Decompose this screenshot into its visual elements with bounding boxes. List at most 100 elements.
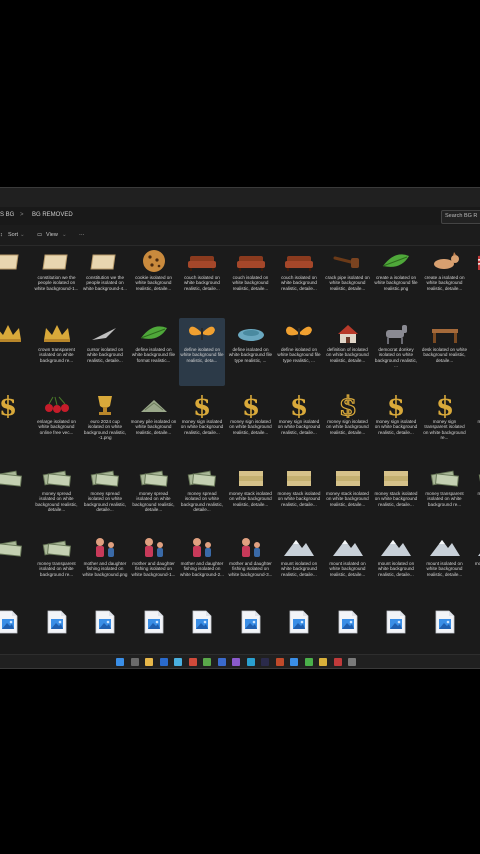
people-icon bbox=[135, 534, 173, 560]
file-item[interactable]: $ money sign isolated on white background… bbox=[179, 390, 225, 458]
file-item[interactable]: money isolated bbox=[470, 462, 480, 530]
breadcrumb-segment-1[interactable]: S BG bbox=[0, 212, 14, 218]
view-button[interactable]: View bbox=[46, 232, 58, 238]
file-item[interactable] bbox=[0, 462, 31, 530]
more-options-button[interactable]: ··· bbox=[79, 232, 85, 238]
file-item[interactable]: $ money sign isolated on white background… bbox=[228, 390, 274, 458]
file-item[interactable]: money stack isolated on white background… bbox=[373, 462, 419, 530]
file-explorer-icon[interactable] bbox=[145, 658, 153, 666]
file-item[interactable]: constitution we the people isolated on w… bbox=[34, 246, 80, 314]
file-item[interactable]: $ money sign isolated on white background… bbox=[325, 390, 371, 458]
edge-icon[interactable] bbox=[174, 658, 182, 666]
search-icon[interactable] bbox=[130, 658, 139, 666]
file-item[interactable]: desk isolated on white background realis… bbox=[422, 318, 468, 386]
file-item[interactable]: mother and daughter fishing isolated on … bbox=[179, 532, 225, 600]
sort-icon[interactable]: ↕ bbox=[0, 232, 3, 238]
file-item[interactable]: $ money sign isolated on white background… bbox=[276, 390, 322, 458]
file-item[interactable]: define isolated on white background file… bbox=[131, 318, 177, 386]
excel-icon[interactable] bbox=[203, 658, 211, 666]
image-file-icon[interactable] bbox=[435, 610, 455, 634]
sort-button[interactable]: Sort bbox=[8, 232, 18, 238]
vscode-icon[interactable] bbox=[246, 658, 255, 666]
file-item[interactable]: crown transparent isolated on white back… bbox=[34, 318, 80, 386]
file-item[interactable]: define isolated on white background file… bbox=[276, 318, 322, 386]
file-item[interactable]: mount isolated on white background reali… bbox=[373, 532, 419, 600]
teams-icon[interactable] bbox=[232, 658, 240, 666]
photoshop-icon[interactable] bbox=[261, 658, 269, 666]
file-item[interactable]: money stack isolated on white background… bbox=[228, 462, 274, 530]
address-bar[interactable]: S BG > BG REMOVED Search BG R bbox=[0, 207, 480, 225]
file-item[interactable] bbox=[0, 532, 31, 600]
chevron-down-icon[interactable]: ⌄ bbox=[62, 232, 67, 238]
chrome-icon[interactable] bbox=[304, 658, 313, 666]
start-icon[interactable] bbox=[116, 658, 124, 666]
file-name: define isolated on white background file… bbox=[277, 347, 321, 363]
cash-icon bbox=[0, 464, 27, 490]
file-item[interactable]: $ money sign isolated on white background… bbox=[373, 390, 419, 458]
file-item[interactable]: definition of isolated on white backgrou… bbox=[325, 318, 371, 386]
file-item[interactable]: money transparent isolated on white back… bbox=[422, 462, 468, 530]
file-item[interactable]: money transparent isolated on white back… bbox=[34, 532, 80, 600]
file-item[interactable]: money stack isolated on white background… bbox=[325, 462, 371, 530]
media-icon[interactable] bbox=[333, 658, 342, 666]
file-item[interactable] bbox=[0, 318, 31, 386]
file-item[interactable]: money spread isolated on white backgroun… bbox=[34, 462, 80, 530]
file-item[interactable]: $ bbox=[0, 390, 31, 458]
file-item[interactable]: enlarge isolated on white background onl… bbox=[34, 390, 80, 458]
file-item[interactable]: money spread isolated on white backgroun… bbox=[179, 462, 225, 530]
file-item[interactable]: define isolated on white background file… bbox=[228, 318, 274, 386]
view-icon[interactable]: ▭ bbox=[37, 232, 42, 238]
word-icon[interactable] bbox=[217, 658, 226, 666]
store-icon[interactable] bbox=[290, 658, 298, 666]
settings-icon[interactable] bbox=[348, 658, 356, 666]
mail-icon[interactable] bbox=[159, 658, 168, 666]
file-item[interactable]: $ money sign transparent isolated on whit… bbox=[422, 390, 468, 458]
file-item[interactable]: mount isolated on white background reali… bbox=[276, 532, 322, 600]
file-item[interactable]: crack pipe isolated on white background … bbox=[325, 246, 371, 314]
app-icon[interactable] bbox=[275, 658, 284, 666]
file-item[interactable]: mother and daughter fishing isolated on … bbox=[131, 532, 177, 600]
file-item[interactable]: define isolated on white background file… bbox=[179, 318, 225, 386]
file-item[interactable]: couch isolated on white background reali… bbox=[179, 246, 225, 314]
image-file-icon[interactable] bbox=[0, 610, 18, 634]
file-item[interactable]: couch isolated on white background reali… bbox=[276, 246, 322, 314]
file-item[interactable]: create a isolated on white background fi… bbox=[373, 246, 419, 314]
breadcrumb-segment-2[interactable]: BG REMOVED bbox=[32, 212, 73, 218]
office-icon[interactable] bbox=[188, 658, 197, 666]
file-item[interactable]: create a bbox=[470, 246, 480, 314]
file-item[interactable]: $money isolated bbox=[470, 390, 480, 458]
file-item[interactable]: money stack isolated on white background… bbox=[276, 462, 322, 530]
file-item[interactable]: mount isolated on bbox=[470, 532, 480, 600]
file-name: money stack isolated on white background… bbox=[374, 491, 418, 507]
file-item[interactable]: mother and daughter fishing isolated on … bbox=[82, 532, 128, 600]
image-file-icon[interactable] bbox=[192, 610, 212, 634]
file-item[interactable]: devil isolated bbox=[470, 318, 480, 386]
file-item[interactable]: euro 2024 cup isolated on white backgrou… bbox=[82, 390, 128, 458]
image-file-icon[interactable] bbox=[144, 610, 164, 634]
chevron-down-icon[interactable]: ⌄ bbox=[20, 232, 25, 238]
file-item[interactable]: couch isolated on white background reali… bbox=[228, 246, 274, 314]
file-item[interactable]: constitution we the people isolated on w… bbox=[82, 246, 128, 314]
image-file-icon[interactable] bbox=[241, 610, 261, 634]
file-item[interactable]: money spread isolated on white backgroun… bbox=[131, 462, 177, 530]
image-file-icon[interactable] bbox=[289, 610, 309, 634]
file-item[interactable]: mount isolated on white background reali… bbox=[325, 532, 371, 600]
file-item[interactable]: cursor isolated on white background real… bbox=[82, 318, 128, 386]
file-item[interactable] bbox=[0, 246, 31, 314]
image-file-icon[interactable] bbox=[47, 610, 67, 634]
file-item[interactable]: create a isolated on white background re… bbox=[422, 246, 468, 314]
file-name: couch isolated on white background reali… bbox=[232, 275, 269, 291]
image-file-icon[interactable] bbox=[95, 610, 115, 634]
file-item[interactable]: democrat donkey isolated on white backgr… bbox=[373, 318, 419, 386]
image-file-icon[interactable] bbox=[386, 610, 406, 634]
notes-icon[interactable] bbox=[319, 658, 327, 666]
file-item[interactable]: mother and daughter fishing isolated on … bbox=[228, 532, 274, 600]
file-grid: constitution we the people isolated on w… bbox=[0, 246, 480, 654]
image-file-icon[interactable] bbox=[338, 610, 358, 634]
file-item[interactable]: money spread isolated on white backgroun… bbox=[82, 462, 128, 530]
file-item[interactable]: cookie isolated on white background real… bbox=[131, 246, 177, 314]
breadcrumb-separator: > bbox=[20, 212, 24, 218]
search-input[interactable]: Search BG R bbox=[441, 210, 480, 224]
file-item[interactable]: mount isolated on white background reali… bbox=[422, 532, 468, 600]
file-item[interactable]: money pile isolated on white background … bbox=[131, 390, 177, 458]
